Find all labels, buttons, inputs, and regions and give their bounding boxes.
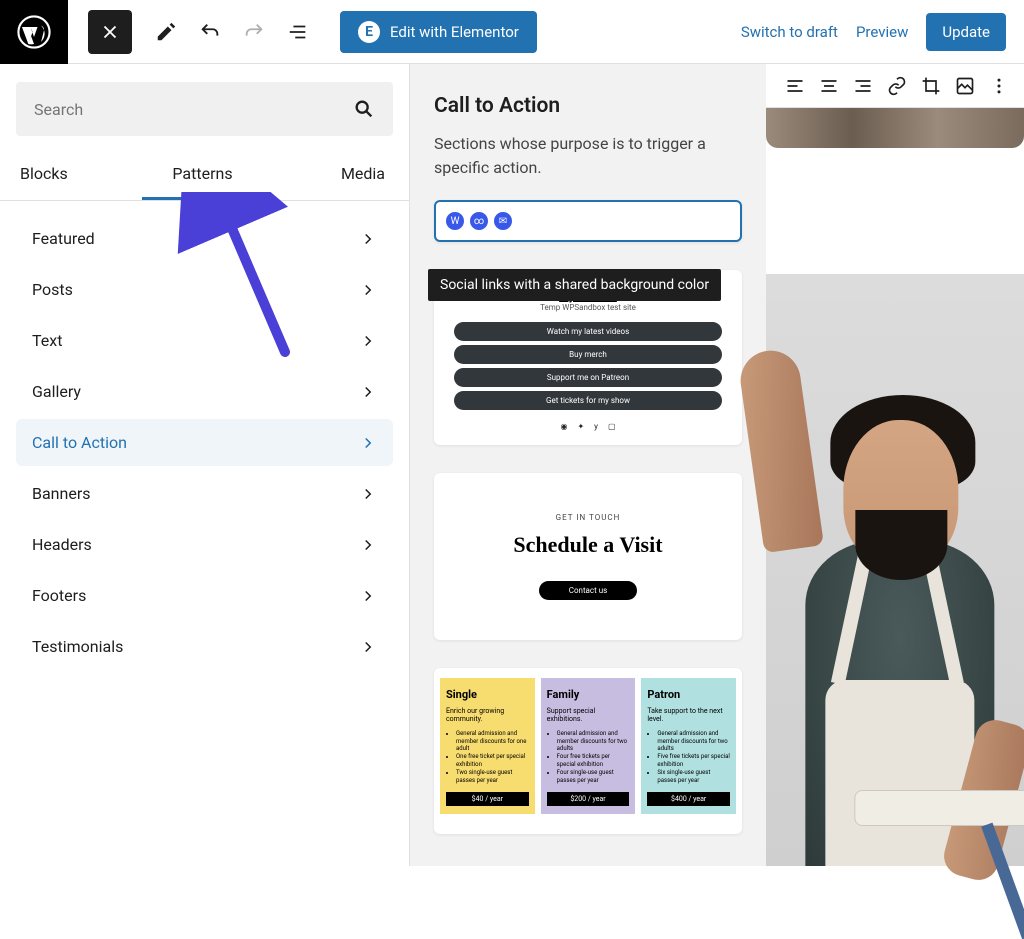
pattern-social-links[interactable]: W ∞ ✉ bbox=[434, 200, 742, 242]
wordpress-logo[interactable] bbox=[0, 0, 68, 64]
align-right-icon[interactable] bbox=[848, 71, 878, 101]
wordpress-social-icon: W bbox=[446, 212, 464, 230]
mail-social-icon: ✉ bbox=[494, 212, 512, 230]
switch-to-draft-link[interactable]: Switch to draft bbox=[741, 23, 838, 41]
panel-title: Call to Action bbox=[434, 94, 742, 118]
inserter-panel: Blocks Patterns Media Featured Posts Tex… bbox=[0, 64, 410, 866]
inserter-tabs: Blocks Patterns Media bbox=[0, 152, 409, 201]
linktree-btn-2: Buy merch bbox=[454, 345, 722, 364]
pattern-pricing-table[interactable]: Single Enrich our growing community. Gen… bbox=[434, 668, 742, 834]
category-posts[interactable]: Posts bbox=[16, 266, 393, 313]
crop-icon[interactable] bbox=[916, 71, 946, 101]
linktree-btn-4: Get tickets for my show bbox=[454, 391, 722, 410]
schedule-subtitle: GET IN TOUCH bbox=[454, 513, 722, 522]
redo-icon[interactable] bbox=[232, 10, 276, 54]
replace-icon[interactable] bbox=[950, 71, 980, 101]
category-gallery[interactable]: Gallery bbox=[16, 368, 393, 415]
tab-media[interactable]: Media bbox=[263, 152, 393, 200]
linktree-btn-1: Watch my latest videos bbox=[454, 322, 722, 341]
category-testimonials[interactable]: Testimonials bbox=[16, 623, 393, 670]
more-options-icon[interactable] bbox=[984, 71, 1014, 101]
schedule-title: Schedule a Visit bbox=[454, 532, 722, 558]
preview-link[interactable]: Preview bbox=[856, 23, 908, 41]
category-text[interactable]: Text bbox=[16, 317, 393, 364]
pattern-categories: Featured Posts Text Gallery Call to Acti… bbox=[0, 201, 409, 688]
pattern-tooltip: Social links with a shared background co… bbox=[428, 269, 721, 301]
hero-image-block[interactable] bbox=[766, 108, 1024, 148]
linktree-btn-3: Support me on Patreon bbox=[454, 368, 722, 387]
category-banners[interactable]: Banners bbox=[16, 470, 393, 517]
align-center-icon[interactable] bbox=[814, 71, 844, 101]
elementor-icon: E bbox=[358, 21, 380, 43]
align-left-icon[interactable] bbox=[780, 71, 810, 101]
editor-canvas[interactable] bbox=[766, 64, 1024, 866]
top-toolbar: E Edit with Elementor Switch to draft Pr… bbox=[0, 0, 1024, 64]
elementor-label: Edit with Elementor bbox=[390, 23, 519, 41]
linktree-subtitle: Temp WPSandbox test site bbox=[444, 303, 732, 312]
link-icon[interactable] bbox=[882, 71, 912, 101]
pricing-col-patron: Patron Take support to the next level. G… bbox=[641, 678, 736, 814]
schedule-button: Contact us bbox=[539, 581, 637, 600]
pricing-col-family: Family Support special exhibitions. Gene… bbox=[541, 678, 636, 814]
tab-patterns[interactable]: Patterns bbox=[142, 152, 264, 200]
category-headers[interactable]: Headers bbox=[16, 521, 393, 568]
tab-blocks[interactable]: Blocks bbox=[16, 152, 142, 200]
update-button[interactable]: Update bbox=[926, 13, 1006, 51]
panel-description: Sections whose purpose is to trigger a s… bbox=[434, 132, 742, 180]
pattern-schedule-visit[interactable]: GET IN TOUCH Schedule a Visit Contact us bbox=[434, 473, 742, 640]
category-call-to-action[interactable]: Call to Action bbox=[16, 419, 393, 466]
search-icon bbox=[353, 98, 375, 120]
pricing-col-single: Single Enrich our growing community. Gen… bbox=[440, 678, 535, 814]
linktree-social-icons: ◉✦y▢ bbox=[444, 422, 732, 431]
category-featured[interactable]: Featured bbox=[16, 215, 393, 262]
undo-icon[interactable] bbox=[188, 10, 232, 54]
content-image[interactable] bbox=[766, 274, 1024, 866]
link-social-icon: ∞ bbox=[470, 212, 488, 230]
category-footers[interactable]: Footers bbox=[16, 572, 393, 619]
pattern-preview-panel: Call to Action Sections whose purpose is… bbox=[410, 64, 766, 866]
edit-elementor-button[interactable]: E Edit with Elementor bbox=[340, 11, 537, 53]
close-inserter-button[interactable] bbox=[88, 10, 132, 54]
search-box[interactable] bbox=[16, 82, 393, 136]
document-overview-icon[interactable] bbox=[276, 10, 320, 54]
search-input[interactable] bbox=[34, 100, 353, 119]
edit-icon[interactable] bbox=[144, 10, 188, 54]
social-icons-preview: W ∞ ✉ bbox=[446, 212, 730, 230]
block-toolbar bbox=[766, 64, 1024, 108]
